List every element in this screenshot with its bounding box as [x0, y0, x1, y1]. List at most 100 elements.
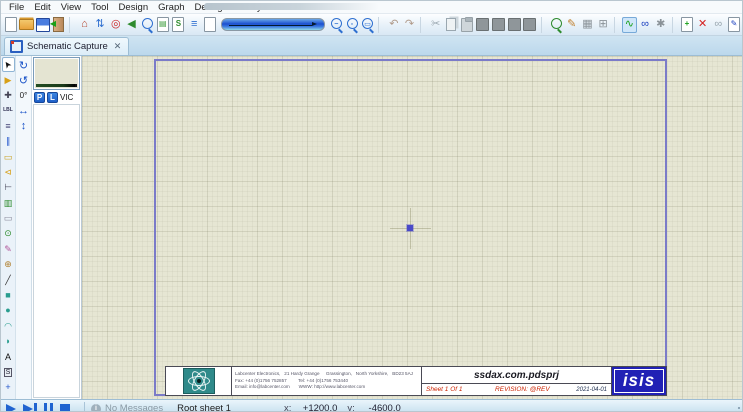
company-line1: Labcenter Electronics, 21 Hardy Grange G…: [235, 371, 418, 378]
toolbar-separator: [614, 17, 620, 33]
blank-sheet-icon[interactable]: [202, 17, 217, 33]
component-mode-icon[interactable]: ▶: [2, 72, 15, 87]
current-probe-mode-icon[interactable]: ⊕: [2, 257, 15, 272]
2d-box-mode-icon[interactable]: ■: [2, 288, 15, 303]
wire-label-mode-icon[interactable]: LBL: [2, 103, 15, 118]
bus-mode-icon[interactable]: ∥: [2, 134, 15, 149]
goto-sheet-icon[interactable]: ∞: [711, 17, 726, 33]
redo-icon[interactable]: ↷: [402, 17, 417, 33]
play-button[interactable]: [6, 404, 16, 412]
selection-mode-icon[interactable]: ➤: [2, 57, 15, 72]
graph-mode-icon[interactable]: ▥: [2, 196, 15, 211]
tab-schematic-capture[interactable]: Schematic Capture ✕: [4, 37, 129, 55]
decompose-icon[interactable]: ⊞: [596, 17, 611, 33]
schematic-canvas[interactable]: Labcenter Electronics, 21 Hardy Grange G…: [82, 56, 742, 399]
sheet-info-row: Sheet 1 Of 1 REVISION: @REV 2021-04-01: [422, 384, 611, 395]
zoom-area-icon[interactable]: ▫: [345, 17, 360, 33]
active-sheet-name: Root sheet 1: [177, 403, 231, 412]
close-project-icon[interactable]: [51, 17, 66, 33]
device-pin-mode-icon[interactable]: ⊢: [2, 180, 15, 195]
find-part-icon[interactable]: [140, 17, 155, 33]
labcenter-logo-cell: [166, 367, 232, 395]
library-button[interactable]: L: [47, 92, 58, 103]
new-sheet-icon[interactable]: [680, 17, 695, 33]
pause-button[interactable]: [44, 403, 54, 412]
menu-view[interactable]: View: [56, 2, 86, 13]
subcircuit-mode-icon[interactable]: ▭: [2, 149, 15, 164]
zoom-slider-icon[interactable]: [221, 18, 326, 31]
schematic-capture-icon: [10, 40, 23, 53]
block-copy-icon[interactable]: [475, 17, 490, 33]
rotate-anticlockwise-button[interactable]: ↺: [17, 73, 31, 88]
centre-at-origin-icon[interactable]: ◎: [108, 17, 123, 33]
rotate-clockwise-button[interactable]: ↻: [17, 58, 31, 73]
message-info-icon[interactable]: i: [91, 404, 101, 412]
search-and-tag-icon[interactable]: ∞: [638, 17, 653, 33]
script-sheet-icon[interactable]: [171, 17, 186, 33]
zoom-sheet-icon[interactable]: ▭: [360, 17, 375, 33]
menu-design[interactable]: Design: [114, 2, 154, 13]
date-field: 2021-04-01: [562, 387, 611, 393]
redraw-icon[interactable]: ⌂: [77, 17, 92, 33]
menu-file[interactable]: File: [4, 2, 29, 13]
marker-mode-icon[interactable]: +: [2, 380, 15, 395]
paste-icon[interactable]: [460, 17, 475, 33]
text-script-mode-icon[interactable]: ≡: [2, 119, 15, 134]
tab-close-icon[interactable]: ✕: [114, 41, 122, 52]
2d-arc-mode-icon[interactable]: ◠: [2, 319, 15, 334]
netlist-icon[interactable]: ≡: [187, 17, 202, 33]
remove-sheet-icon[interactable]: ✕: [695, 17, 710, 33]
x-coordinate-label: x:: [284, 403, 291, 412]
junction-dot-mode-icon[interactable]: ✚: [2, 88, 15, 103]
design-explorer-icon[interactable]: [727, 17, 742, 33]
cut-icon[interactable]: ✂: [428, 17, 443, 33]
title-block: Labcenter Electronics, 21 Hardy Grange G…: [165, 366, 667, 396]
copy-icon[interactable]: [444, 17, 459, 33]
toolbar-separator: [420, 17, 426, 33]
parts-list[interactable]: [33, 104, 80, 398]
open-folder-icon[interactable]: [19, 17, 34, 33]
2d-circle-mode-icon[interactable]: ●: [2, 303, 15, 318]
block-rotate-icon[interactable]: [507, 17, 522, 33]
view-sheet-icon[interactable]: [155, 17, 170, 33]
resize-grip[interactable]: [732, 407, 740, 412]
pan-icon[interactable]: ◀: [124, 17, 139, 33]
zoom-out-icon[interactable]: −: [329, 17, 344, 33]
orientation-toolbar: ↻↺0°↔↕: [16, 56, 32, 399]
design-overview-panel[interactable]: [33, 57, 80, 90]
rotation-angle-field[interactable]: 0°: [17, 88, 31, 103]
block-move-icon[interactable]: [491, 17, 506, 33]
pick-parts-button[interactable]: P: [34, 92, 45, 103]
step-button[interactable]: [23, 403, 37, 412]
menu-tool[interactable]: Tool: [86, 2, 113, 13]
menu-graph[interactable]: Graph: [153, 2, 189, 13]
menu-edit[interactable]: Edit: [29, 2, 55, 13]
make-device-icon[interactable]: ✎: [564, 17, 579, 33]
selector-list-header: VIC: [60, 93, 73, 102]
isis-logo-cell: isis: [612, 367, 666, 395]
packaging-tool-icon[interactable]: ▦: [580, 17, 595, 33]
save-icon[interactable]: [35, 17, 50, 33]
pick-device-icon[interactable]: [549, 17, 564, 33]
tape-recorder-mode-icon[interactable]: ▭: [2, 211, 15, 226]
titlebar-fade-decoration: [204, 3, 379, 10]
property-assignment-icon[interactable]: ✱: [653, 17, 668, 33]
new-file-icon[interactable]: [4, 17, 19, 33]
undo-icon[interactable]: ↶: [387, 17, 402, 33]
toggle-grid-icon[interactable]: ⇅: [93, 17, 108, 33]
mirror-vertical-button[interactable]: ↕: [17, 118, 31, 133]
terminal-mode-icon[interactable]: ⊲: [2, 165, 15, 180]
2d-path-mode-icon[interactable]: ◗: [2, 334, 15, 349]
selector-toolbar: P L VIC: [32, 91, 81, 104]
2d-text-mode-icon[interactable]: A: [2, 349, 15, 364]
voltage-probe-mode-icon[interactable]: ✎: [2, 242, 15, 257]
block-delete-icon[interactable]: [522, 17, 537, 33]
revision-field: REVISION: @REV: [483, 386, 562, 393]
generator-mode-icon[interactable]: ⊙: [2, 226, 15, 241]
stop-button[interactable]: [60, 404, 70, 412]
wire-autorouter-icon[interactable]: ∿: [622, 17, 637, 33]
2d-line-mode-icon[interactable]: ╱: [2, 272, 15, 287]
mirror-horizontal-button[interactable]: ↔: [17, 103, 31, 118]
statusbar-separator: [84, 402, 85, 412]
2d-symbol-mode-icon[interactable]: S: [2, 365, 15, 380]
